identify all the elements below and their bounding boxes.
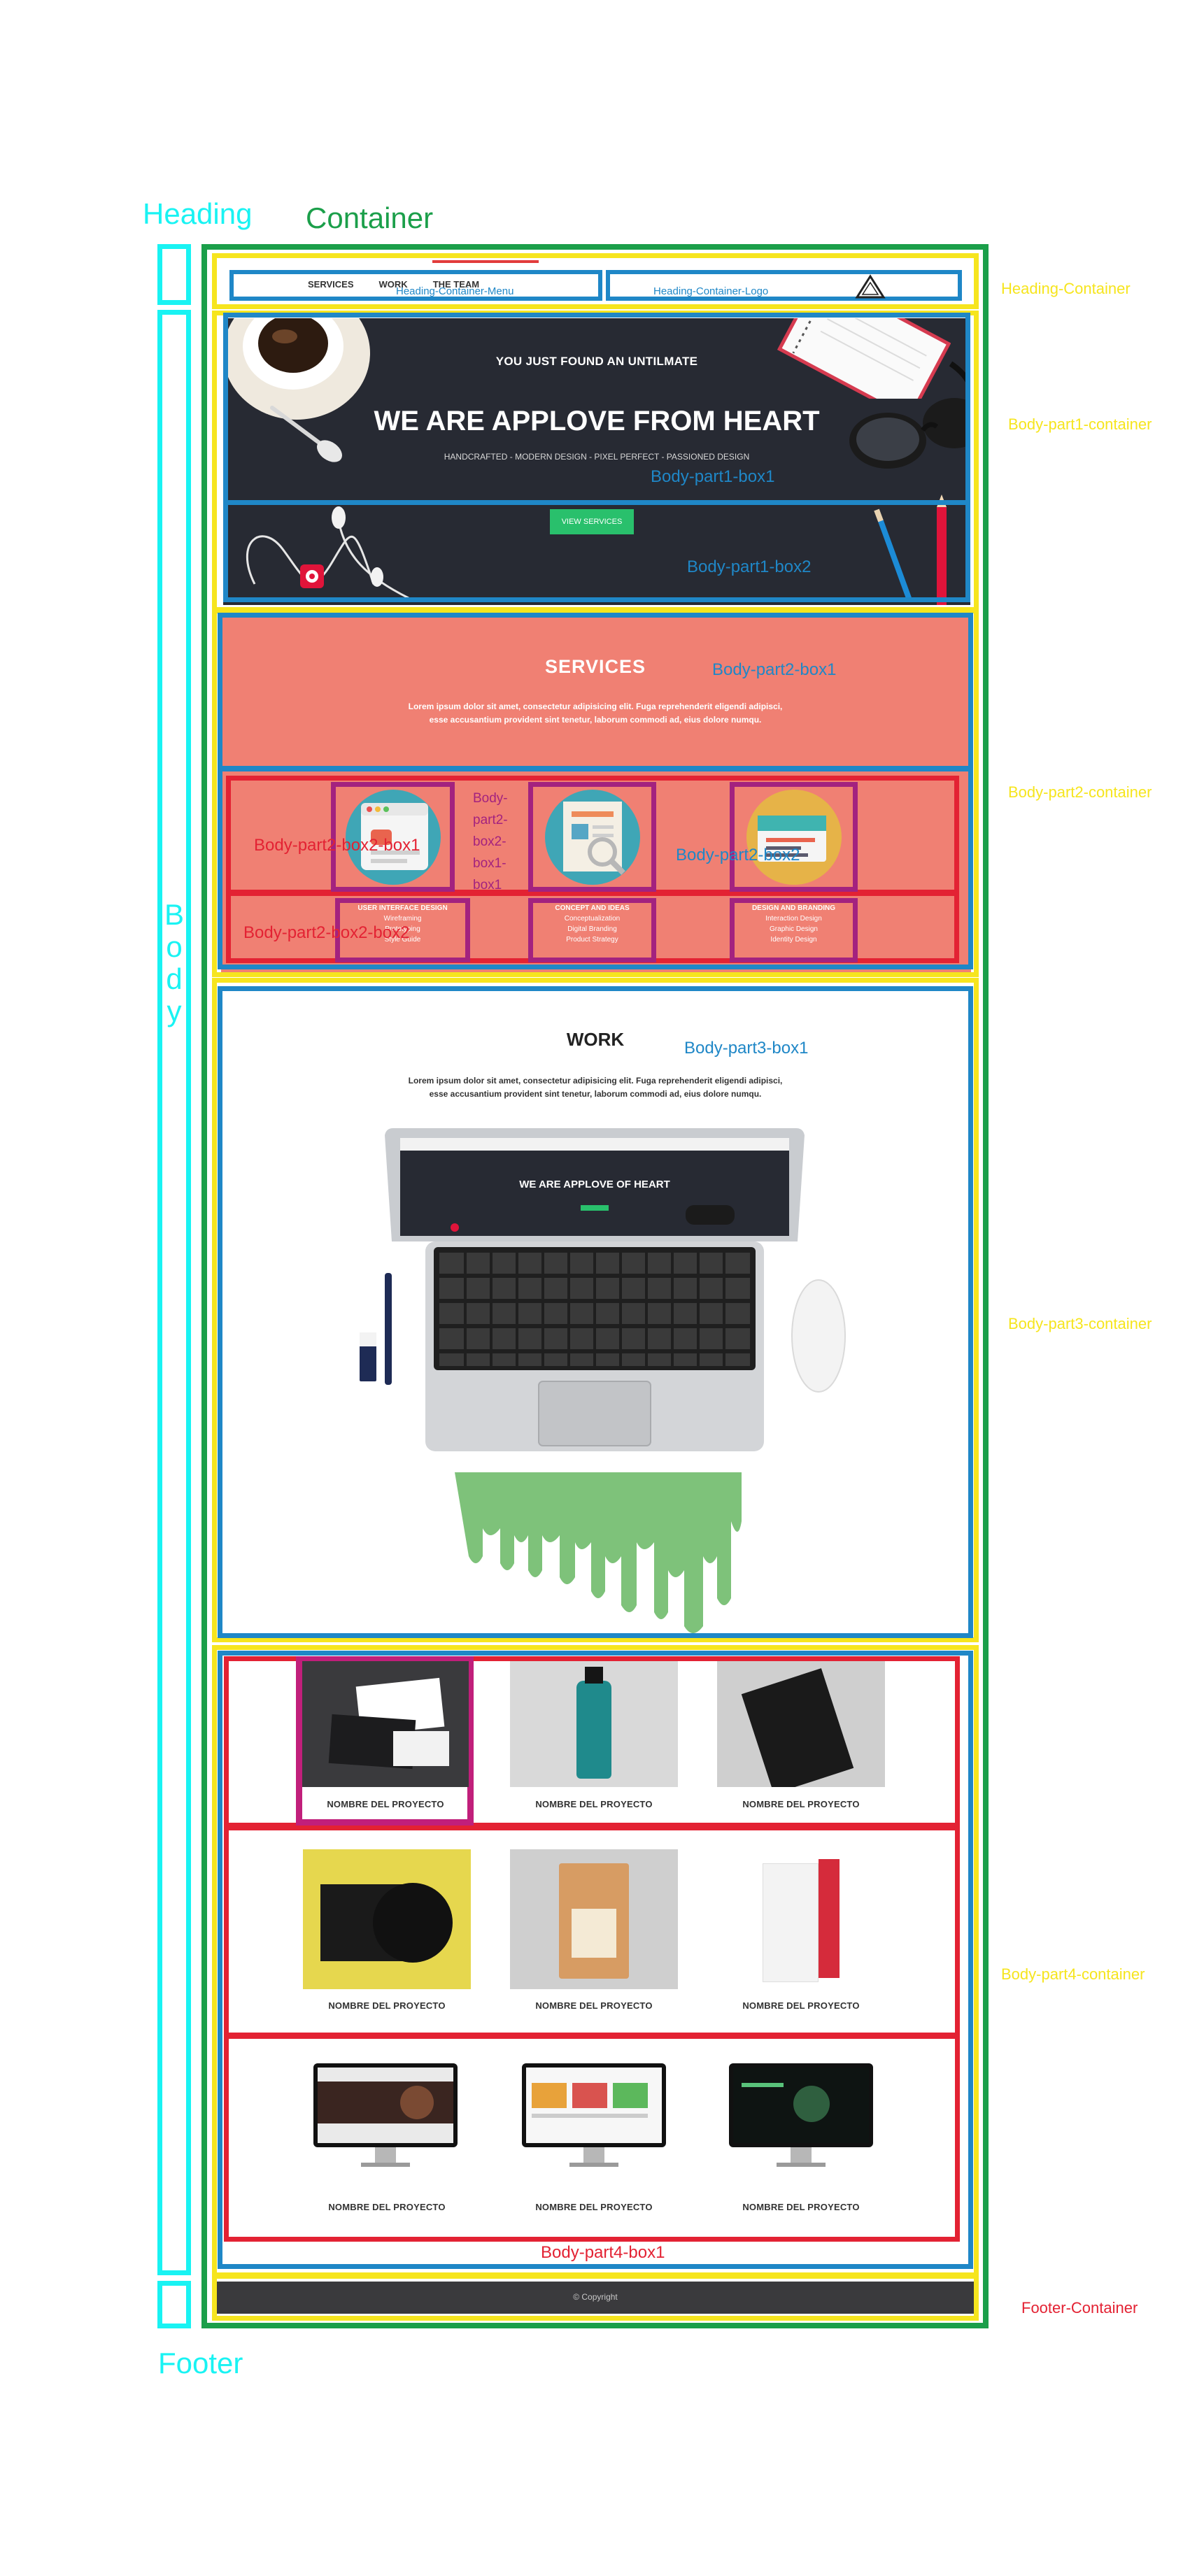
box-front: [763, 1863, 819, 1982]
body-part1-container-label: Body-part1-container: [1008, 415, 1152, 433]
footer-container-label: Footer-Container: [1021, 2299, 1138, 2317]
service-item-concept: CONCEPT AND IDEAS Conceptualization Digi…: [528, 903, 656, 945]
box-side: [819, 1859, 840, 1978]
project-caption: NOMBRE DEL PROYECTO: [535, 2202, 653, 2212]
services-title: SERVICES: [544, 656, 646, 677]
heading-frame: [157, 244, 191, 305]
project-thumb-box[interactable]: [717, 1849, 885, 1989]
body-label: Body: [164, 898, 184, 1027]
project-caption: NOMBRE DEL PROYECTO: [328, 2202, 446, 2212]
body-part1-box2-label: Body-part1-box2: [687, 557, 812, 576]
business-card-stack: [393, 1731, 449, 1766]
nav-item-services[interactable]: SERVICES: [308, 279, 354, 292]
body-part1-box1-frame: [223, 313, 970, 505]
laptop-mockup-image: WE ARE APPLOVE OF HEART: [360, 1128, 846, 1633]
container-label: Container: [306, 201, 434, 234]
bottle-cap: [585, 1667, 603, 1684]
work-text-line2: esse accusantium provident sint tenetur,…: [429, 1089, 762, 1099]
project-caption: NOMBRE DEL PROYECTO: [327, 1799, 444, 1809]
body-frame: [157, 310, 191, 2275]
service-item-branding-line1: Interaction Design: [765, 915, 822, 923]
services-text-line2: esse accusantium provident sint tenetur,…: [429, 715, 762, 725]
footer-label: Footer: [158, 2347, 243, 2379]
project-caption: NOMBRE DEL PROYECTO: [535, 2000, 653, 2011]
body-part3-container-label: Body-part3-container: [1008, 1315, 1152, 1332]
project-caption: NOMBRE DEL PROYECTO: [742, 2000, 860, 2011]
bottle-body: [576, 1681, 611, 1779]
service-item-concept-line2: Digital Branding: [567, 925, 617, 933]
body-part2-box2-box2-label: Body-part2-box2-box2: [243, 923, 410, 942]
project-thumb-pouch[interactable]: [510, 1849, 678, 1989]
heading-logo-label: Heading-Container-Logo: [653, 285, 769, 297]
project-thumb-monitor-2[interactable]: [520, 2062, 667, 2174]
magnifier-document-icon: [545, 790, 640, 885]
body-part1-box1-label: Body-part1-box1: [651, 467, 775, 486]
service-item-ui-title: USER INTERFACE DESIGN: [357, 904, 448, 912]
service-item-ui-line1: Wireframing: [383, 915, 422, 923]
project-thumb-monitor-3[interactable]: [728, 2062, 874, 2174]
services-text-line1: Lorem ipsum dolor sit amet, consectetur …: [408, 702, 783, 711]
work-text-line1: Lorem ipsum dolor sit amet, consectetur …: [408, 1076, 783, 1086]
body-part2-box2-box1-label: Body-part2-box2-box1: [254, 836, 420, 855]
laptop-screen-title: WE ARE APPLOVE OF HEART: [519, 1179, 670, 1190]
footer-frame: [157, 2281, 191, 2328]
project-caption: NOMBRE DEL PROYECTO: [535, 1799, 653, 1809]
body-part2-box1-label: Body-part2-box1: [712, 660, 837, 679]
nav-active-underline: [432, 260, 539, 263]
view-services-button[interactable]: VIEW SERVICES: [550, 509, 634, 534]
body-part2-box2-label: Body-part2-box2: [676, 846, 800, 864]
service-item-branding-title: DESIGN AND BRANDING: [751, 904, 836, 912]
body-part4-container-label: Body-part4-container: [1001, 1965, 1145, 1983]
service-item-concept-line3: Product Strategy: [566, 936, 618, 944]
work-title: WORK: [566, 1029, 625, 1050]
body-part2-box1-frame: [218, 613, 973, 771]
triangle-logo-icon[interactable]: [855, 274, 886, 299]
service-item-branding: DESIGN AND BRANDING Interaction Design G…: [730, 903, 858, 945]
footer-copyright: © Copyright: [573, 2292, 618, 2302]
project-thumb-monitor-1[interactable]: [312, 2062, 459, 2174]
service-item-concept-line1: Conceptualization: [564, 915, 621, 923]
project-thumb-bottle[interactable]: [510, 1661, 678, 1787]
project-caption: NOMBRE DEL PROYECTO: [328, 2000, 446, 2011]
project-caption: NOMBRE DEL PROYECTO: [742, 2202, 860, 2212]
service-item-branding-line2: Graphic Design: [770, 925, 818, 933]
book-cover: [741, 1668, 854, 1787]
brand-card-icon: [746, 790, 842, 885]
pouch-label: [572, 1909, 616, 1958]
project-thumb-vinyl[interactable]: [303, 1849, 471, 1989]
body-part3-box1-label: Body-part3-box1: [684, 1039, 809, 1058]
heading-label: Heading: [143, 197, 253, 230]
body-part4-box1-label: Body-part4-box1: [541, 2243, 665, 2262]
service-item-concept-title: CONCEPT AND IDEAS: [555, 904, 630, 912]
service-item-branding-line3: Identity Design: [770, 936, 817, 944]
project-thumb-book[interactable]: [717, 1661, 885, 1787]
vinyl-record: [373, 1883, 453, 1963]
heading-container-label: Heading-Container: [1001, 280, 1131, 297]
heading-menu-label: Heading-Container-Menu: [396, 285, 514, 297]
project-caption: NOMBRE DEL PROYECTO: [742, 1799, 860, 1809]
body-part2-box2-box1-box1-label: Body-part2-box2-box1-box1: [473, 791, 508, 892]
body-part2-container-label: Body-part2-container: [1008, 783, 1152, 801]
project-thumb-business-cards[interactable]: [302, 1661, 469, 1787]
